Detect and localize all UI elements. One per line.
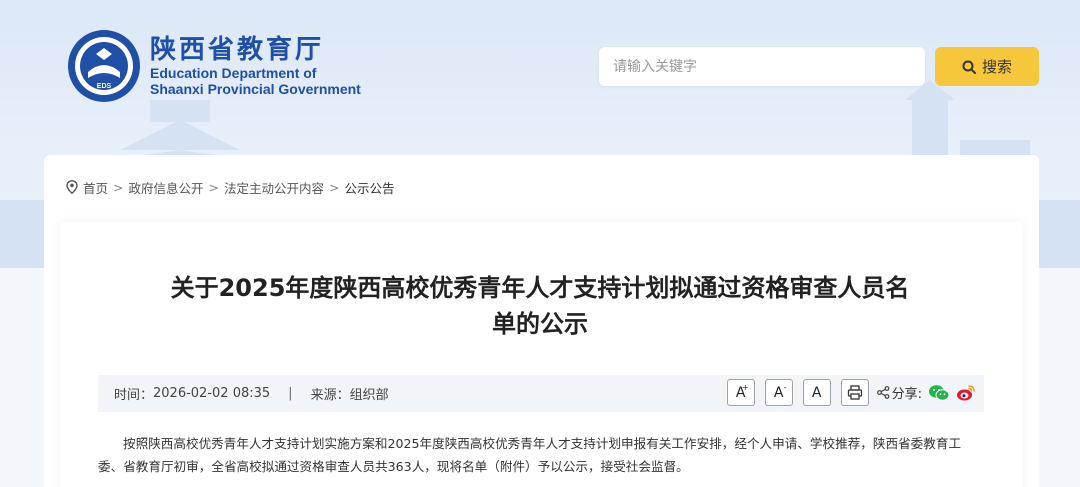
printer-icon bbox=[847, 385, 862, 400]
site-logo[interactable]: EDS 陕西省教育厅 Education Department of Shaan… bbox=[66, 28, 361, 104]
wechat-share-icon[interactable] bbox=[928, 384, 950, 402]
breadcrumb-home[interactable]: 首页 bbox=[83, 178, 108, 197]
search-icon bbox=[962, 60, 976, 74]
svg-text:EDS: EDS bbox=[97, 83, 112, 90]
article-title-line2: 单的公示 bbox=[492, 310, 588, 338]
share-label: 分享: bbox=[891, 387, 922, 402]
share-section: 分享: bbox=[876, 383, 976, 402]
weibo-share-icon[interactable] bbox=[956, 384, 976, 402]
font-increase-button[interactable]: A + bbox=[726, 379, 755, 406]
breadcrumb-separator: > bbox=[113, 179, 124, 195]
site-name-en-line2: Shaanxi Provincial Government bbox=[150, 81, 361, 97]
publish-time-value: 2026-02-02 08:35 bbox=[153, 386, 271, 401]
site-name-cn: 陕西省教育厅 bbox=[150, 35, 325, 65]
breadcrumb-separator: > bbox=[329, 179, 340, 195]
article-title: 关于2025年度陕西高校优秀青年人才支持计划拟通过资格审查人员名 单的公示 bbox=[120, 270, 960, 342]
article-body-paragraph: 按照陕西高校优秀青年人才支持计划实施方案和2025年度陕西高校优秀青年人才支持计… bbox=[98, 436, 962, 474]
search-button-label: 搜索 bbox=[981, 58, 1012, 76]
search-button[interactable]: 搜索 bbox=[935, 47, 1039, 86]
font-reset-button[interactable]: A bbox=[802, 379, 831, 406]
article-meta-bar: 时间： 2026-02-02 08:35 | 来源： 组织部 A+ A- A bbox=[98, 375, 984, 412]
article-title-line1: 关于2025年度陕西高校优秀青年人才支持计划拟通过资格审查人员名 bbox=[170, 274, 910, 302]
site-name-en-line1: Education Department of bbox=[150, 65, 317, 81]
breadcrumb-statutory-content[interactable]: 法定主动公开内容 bbox=[224, 178, 324, 197]
meta-divider: | bbox=[288, 386, 293, 401]
share-icon bbox=[876, 386, 890, 399]
breadcrumb: 首页 > 政府信息公开 > 法定主动公开内容 > 公示公告 bbox=[66, 178, 395, 196]
font-decrease-button[interactable]: A- bbox=[764, 379, 793, 406]
publish-time-label: 时间： bbox=[114, 388, 154, 403]
search-input[interactable] bbox=[599, 47, 925, 86]
breadcrumb-separator: > bbox=[208, 179, 219, 195]
breadcrumb-gov-info[interactable]: 政府信息公开 bbox=[129, 178, 204, 197]
breadcrumb-announcements[interactable]: 公示公告 bbox=[345, 178, 395, 197]
article-tools: A + A- A 分享: bbox=[717, 379, 976, 406]
department-emblem-icon: EDS bbox=[68, 30, 140, 102]
source-label: 来源： bbox=[310, 388, 350, 403]
source-value: 组织部 bbox=[349, 388, 389, 403]
print-button[interactable] bbox=[840, 379, 869, 406]
location-pin-icon bbox=[66, 180, 78, 194]
